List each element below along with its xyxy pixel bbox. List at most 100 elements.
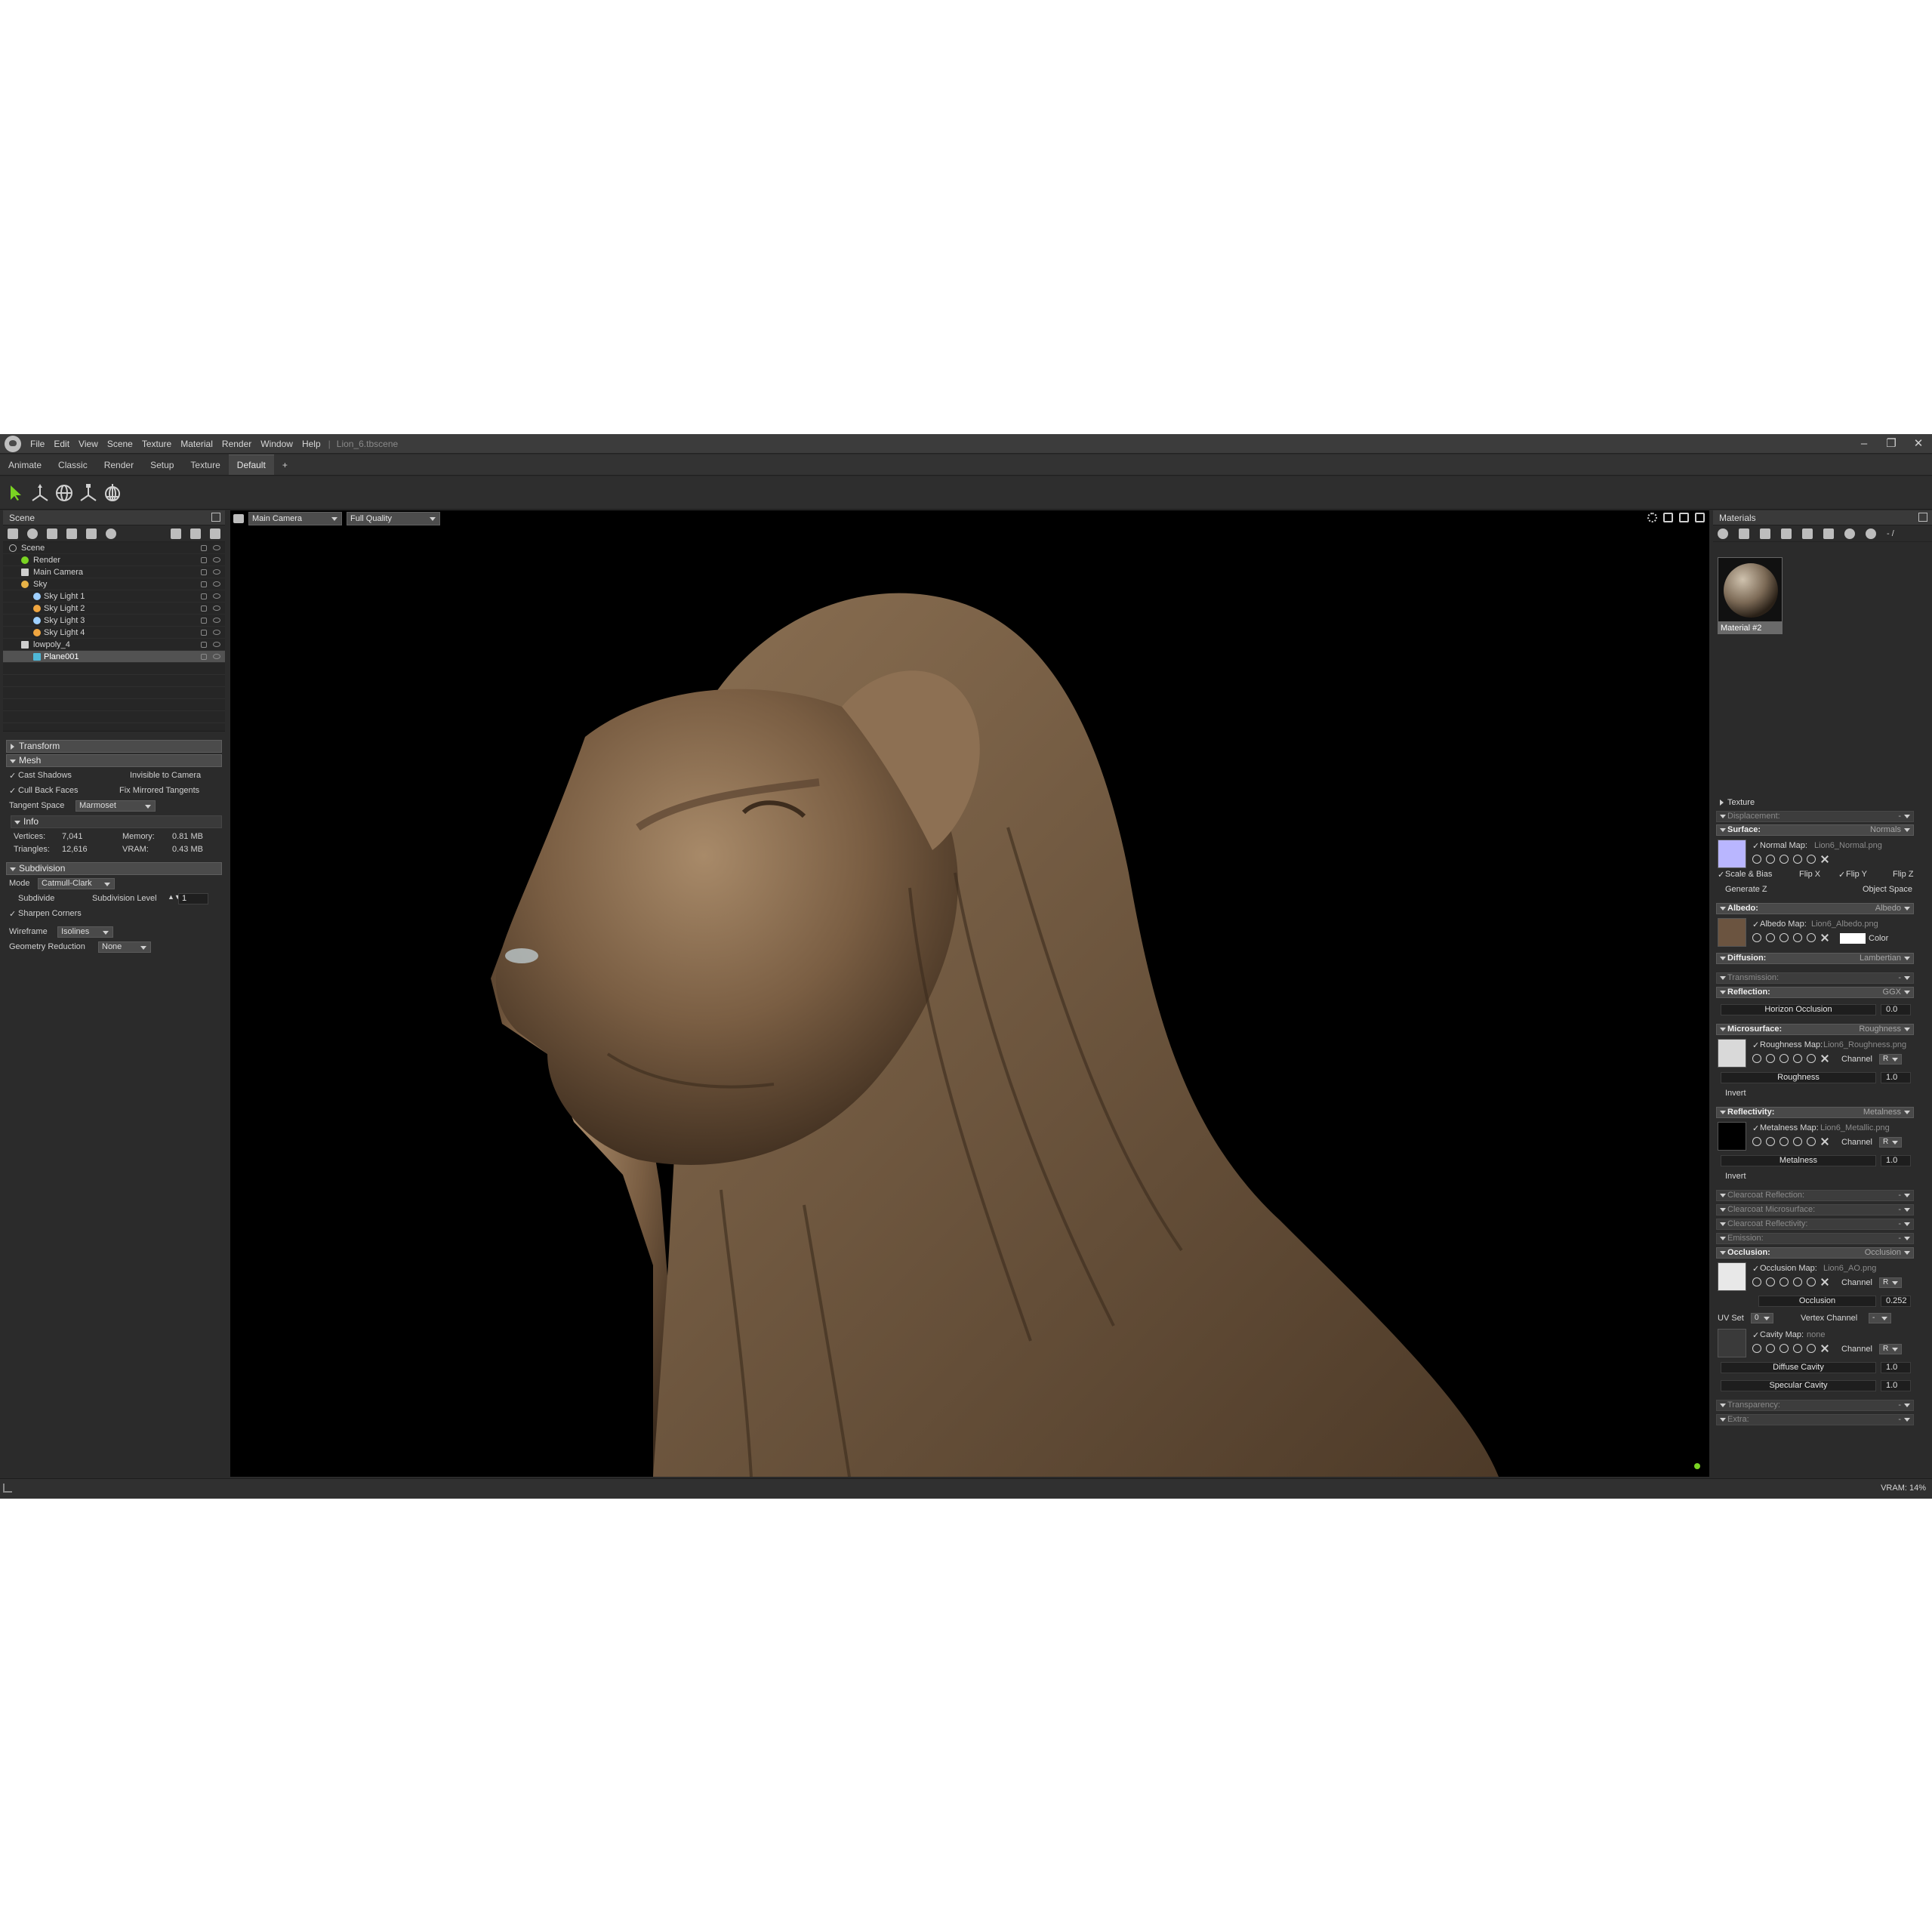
eye-icon[interactable] — [213, 642, 220, 647]
eye-icon[interactable] — [213, 569, 220, 575]
close-icon[interactable] — [1820, 1054, 1829, 1063]
trash-icon[interactable] — [1802, 528, 1813, 539]
tree-item-sky-light-1[interactable]: Sky Light 1 — [3, 590, 225, 602]
paint-icon[interactable] — [1779, 1054, 1789, 1063]
invisible-to-camera-checkbox[interactable]: Invisible to Camera — [130, 771, 201, 780]
lock-icon[interactable] — [201, 654, 207, 660]
close-icon[interactable] — [1820, 1344, 1829, 1353]
info-section[interactable]: Info — [11, 815, 222, 828]
scale-tool-icon[interactable] — [77, 482, 100, 504]
flip-y-checkmark[interactable]: ✓ — [1838, 870, 1845, 880]
eye-icon[interactable] — [213, 654, 220, 659]
lock-icon[interactable] — [201, 618, 207, 624]
menu-edit[interactable]: Edit — [49, 434, 74, 454]
tree-item-main-camera[interactable]: Main Camera — [3, 566, 225, 578]
tab-render[interactable]: Render — [96, 455, 142, 475]
flip-x-checkbox[interactable]: Flip X — [1799, 870, 1820, 879]
section-mode[interactable]: - — [1898, 973, 1909, 983]
lock-icon[interactable] — [201, 593, 207, 599]
edit-icon[interactable] — [1793, 1344, 1802, 1353]
lock-icon[interactable] — [201, 569, 207, 575]
gear-icon[interactable] — [1752, 933, 1761, 942]
tab-animate[interactable]: Animate — [0, 455, 50, 475]
diffusion-mode-dropdown[interactable]: Lambertian — [1860, 954, 1911, 963]
search-icon[interactable] — [1766, 855, 1775, 864]
roughness-channel-dropdown[interactable]: R — [1879, 1054, 1902, 1065]
cast-shadows-checkbox[interactable]: ✓ — [9, 771, 16, 781]
subdivide-checkbox[interactable]: Subdivide — [18, 894, 54, 903]
duplicate-icon[interactable] — [190, 528, 201, 539]
occlusion-map-thumbnail[interactable] — [1718, 1262, 1746, 1291]
normal-map-checkbox[interactable]: ✓ — [1752, 841, 1759, 851]
move-tool-icon[interactable] — [29, 482, 51, 504]
diffuse-cavity-slider[interactable]: Diffuse Cavity — [1721, 1362, 1876, 1373]
eye-icon[interactable] — [213, 581, 220, 587]
microsurface-mode-dropdown[interactable]: Roughness — [1859, 1025, 1910, 1034]
clearcoat-microsurface-section[interactable]: Clearcoat Microsurface: - — [1716, 1204, 1914, 1216]
section-mode[interactable]: - — [1898, 1400, 1909, 1410]
occlusion-map-checkbox[interactable]: ✓ — [1752, 1264, 1759, 1274]
reload-icon[interactable] — [1807, 855, 1816, 864]
search-icon[interactable] — [1766, 1054, 1775, 1063]
cavity-map-file[interactable]: none — [1807, 1330, 1825, 1339]
section-mode[interactable]: - — [1898, 1205, 1909, 1215]
close-icon[interactable] — [1820, 933, 1829, 942]
transform-section[interactable]: Transform — [6, 740, 222, 753]
eye-icon[interactable] — [213, 557, 220, 562]
eye-icon[interactable] — [213, 593, 220, 599]
flip-y-checkbox[interactable]: Flip Y — [1846, 870, 1867, 879]
rotate-tool-icon[interactable] — [53, 482, 75, 504]
gear-icon[interactable] — [1752, 1137, 1761, 1146]
split-view-icon[interactable] — [1663, 513, 1673, 522]
menu-material[interactable]: Material — [176, 434, 217, 454]
lock-icon[interactable] — [201, 545, 207, 551]
occlusion-channel-dropdown[interactable]: R — [1879, 1277, 1902, 1288]
albedo-map-thumbnail[interactable] — [1718, 918, 1746, 947]
menu-texture[interactable]: Texture — [137, 434, 176, 454]
occlusion-mode-dropdown[interactable]: Occlusion — [1865, 1248, 1911, 1258]
select-tool-icon[interactable] — [5, 482, 27, 504]
transparency-section[interactable]: Transparency: - — [1716, 1400, 1914, 1411]
detach-panel-icon[interactable] — [211, 513, 220, 522]
gear-icon[interactable] — [1752, 855, 1761, 864]
vertex-channel-dropdown[interactable]: - — [1869, 1313, 1891, 1323]
reload-icon[interactable] — [1807, 1344, 1816, 1353]
close-icon[interactable] — [1820, 855, 1829, 864]
roughness-map-file[interactable]: Lion6_Roughness.png — [1823, 1040, 1906, 1049]
occlusion-section[interactable]: Occlusion: Occlusion — [1716, 1247, 1914, 1259]
horizon-occlusion-slider[interactable]: Horizon Occlusion — [1721, 1004, 1876, 1015]
lock-icon[interactable] — [201, 557, 207, 563]
lock-icon[interactable] — [201, 605, 207, 612]
paint-icon[interactable] — [1779, 933, 1789, 942]
reload-icon[interactable] — [1807, 1137, 1816, 1146]
edit-icon[interactable] — [1793, 933, 1802, 942]
surface-section[interactable]: Surface: Normals — [1716, 824, 1914, 836]
close-icon[interactable] — [1820, 1277, 1829, 1286]
menu-window[interactable]: Window — [256, 434, 297, 454]
section-mode[interactable]: - — [1898, 1234, 1909, 1243]
paint-icon[interactable] — [1779, 1277, 1789, 1286]
paint-icon[interactable] — [1779, 1344, 1789, 1353]
lock-icon[interactable] — [201, 630, 207, 636]
reload-icon[interactable] — [1807, 1277, 1816, 1286]
section-mode[interactable]: - — [1898, 1415, 1909, 1425]
search-icon[interactable] — [1766, 933, 1775, 942]
normal-map-thumbnail[interactable] — [1718, 840, 1746, 868]
flip-z-checkbox[interactable]: Flip Z — [1893, 870, 1914, 879]
edit-icon[interactable] — [1793, 1277, 1802, 1286]
generate-z-checkbox[interactable]: Generate Z — [1725, 885, 1767, 894]
microsurface-section[interactable]: Microsurface: Roughness — [1716, 1024, 1914, 1035]
3d-viewport[interactable]: Main Camera Full Quality — [230, 510, 1709, 1477]
scale-bias-checkbox[interactable]: ✓ — [1718, 870, 1724, 880]
emission-section[interactable]: Emission: - — [1716, 1233, 1914, 1244]
section-mode[interactable]: - — [1898, 1191, 1909, 1200]
edit-icon[interactable] — [1793, 1137, 1802, 1146]
eye-icon[interactable] — [213, 545, 220, 550]
camera-icon[interactable] — [233, 514, 244, 523]
roughness-input[interactable]: 1.0 — [1881, 1072, 1911, 1083]
transmission-section[interactable]: Transmission: - — [1716, 972, 1914, 984]
uv-set-dropdown[interactable]: 0 — [1751, 1313, 1773, 1323]
metalness-map-checkbox[interactable]: ✓ — [1752, 1123, 1759, 1133]
material-sync-icon[interactable] — [1866, 528, 1876, 539]
add-mesh-icon[interactable] — [86, 528, 97, 539]
